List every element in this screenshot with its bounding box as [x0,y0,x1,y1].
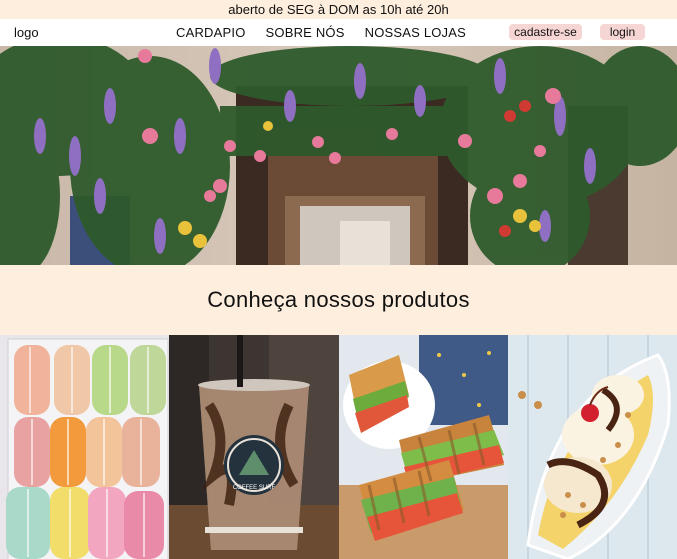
nav-link-sobre-nos[interactable]: SOBRE NÓS [266,25,345,40]
iced-coffee-photo[interactable]: COFFEE SURF [169,335,339,559]
hero-image [0,46,677,265]
cup-label: COFFEE SURF [233,485,276,491]
section-title: Conheça nossos produtos [207,287,470,312]
nav-link-cardapio[interactable]: CARDAPIO [176,25,246,40]
products-section-header: Conheça nossos produtos [0,265,677,335]
announcement-bar: aberto de SEG à DOM as 10h até 20h [0,0,677,19]
opening-hours: aberto de SEG à DOM as 10h até 20h [228,2,449,17]
macarons-photo[interactable] [0,335,170,559]
banana-split-photo[interactable] [507,335,677,559]
signup-button[interactable]: cadastre-se [509,24,582,40]
sandwich-photo[interactable] [338,335,508,559]
navbar: logo CARDAPIO SOBRE NÓS NOSSAS LOJAS cad… [0,19,677,46]
nav-links: CARDAPIO SOBRE NÓS NOSSAS LOJAS [176,25,486,40]
logo[interactable]: logo [14,25,39,40]
login-button[interactable]: login [600,24,645,40]
nav-link-nossas-lojas[interactable]: NOSSAS LOJAS [365,25,466,40]
products-gallery: COFFEE SURF [0,335,677,559]
